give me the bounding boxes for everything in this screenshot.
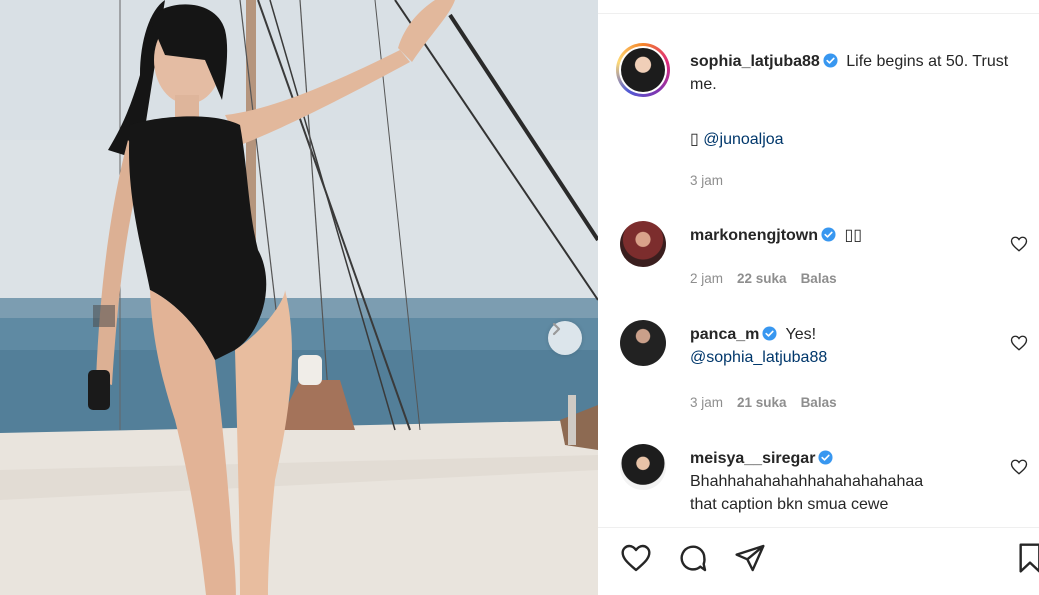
caption-timestamp[interactable]: 3 jam [690,173,723,188]
commenter-avatar[interactable] [620,444,666,490]
heart-icon[interactable] [1010,235,1028,253]
next-photo-button[interactable] [548,321,582,355]
author-username[interactable]: sophia_latjuba88 [690,53,820,70]
verified-badge-icon [818,450,833,465]
commenter-avatar[interactable] [620,221,666,267]
commenter-username[interactable]: panca_m [690,326,759,343]
photo-scene [0,0,598,595]
post-side-panel: sophia_latjuba88 Life begins at 50. Trus… [598,0,1039,595]
post-caption: sophia_latjuba88 Life begins at 50. Trus… [690,50,1030,96]
comment-body: meisya__siregar Bhahhahahahahhahahahahah… [690,447,990,516]
verified-badge-icon [762,326,777,341]
comment-meta: 2 jam 22 suka Balas [690,271,851,286]
panel-divider [598,13,1039,14]
reply-button[interactable]: Balas [801,271,837,286]
credit-mention[interactable]: @junoaljoa [703,131,783,148]
verified-badge-icon [823,53,838,68]
comment-body: markonengjtown ▯▯ [690,224,990,247]
comment-time[interactable]: 3 jam [690,395,723,410]
post-photo [0,0,598,595]
heart-icon[interactable] [1010,334,1028,352]
photo-credit: ▯ @junoaljoa [690,128,784,151]
post-action-bar [598,527,1039,595]
commenter-username[interactable]: markonengjtown [690,227,818,244]
author-avatar[interactable] [616,43,670,97]
comment-mention[interactable]: @sophia_latjuba88 [690,349,827,366]
commenter-username[interactable]: meisya__siregar [690,450,815,467]
comment-body: panca_m Yes! @sophia_latjuba88 [690,323,990,369]
comment-text-line1: Bhahhahahahahhahahahahahaa [690,473,924,490]
heart-icon[interactable] [1010,458,1028,476]
comment-likes[interactable]: 22 suka [737,271,787,286]
verified-badge-icon [821,227,836,242]
comment-text: Yes! [785,326,817,343]
comment-text-line2: that caption bkn smua cewe [690,496,889,513]
camera-icon: ▯ [690,131,699,148]
comment-text: ▯▯ [844,227,863,244]
comment-time[interactable]: 2 jam [690,271,723,286]
chevron-right-icon [552,322,561,336]
comment-likes[interactable]: 21 suka [737,395,787,410]
bookmark-icon[interactable] [1016,542,1039,574]
commenter-avatar[interactable] [620,320,666,366]
reply-button[interactable]: Balas [801,395,837,410]
like-heart-icon[interactable] [620,542,652,574]
share-icon[interactable] [734,542,766,574]
comment-meta: 3 jam 21 suka Balas [690,395,851,410]
comment-icon[interactable] [677,542,709,574]
